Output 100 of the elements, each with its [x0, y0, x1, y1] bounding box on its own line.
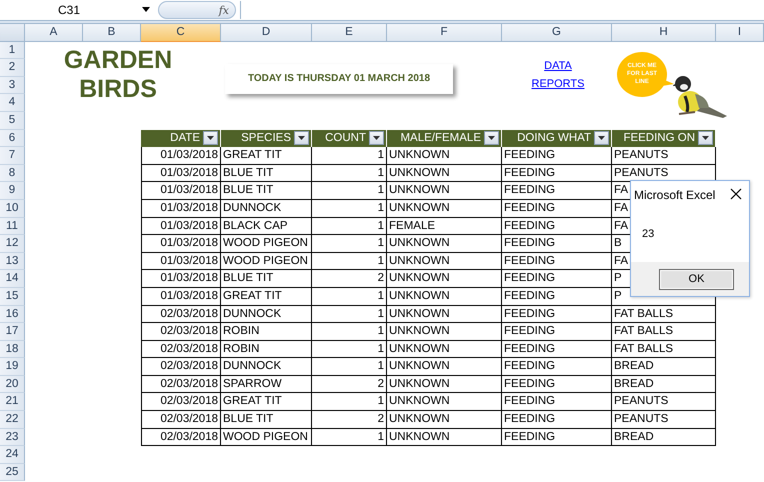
- row-number[interactable]: 15: [0, 288, 25, 306]
- table-cell: FEEDING: [502, 393, 612, 412]
- table-cell: 2: [312, 411, 387, 429]
- table-cell: GREAT TIT: [221, 393, 312, 412]
- row-number[interactable]: 8: [0, 164, 25, 182]
- row-number[interactable]: 25: [0, 464, 25, 482]
- table-cell: 01/03/2018: [141, 270, 221, 288]
- table-cell: 02/03/2018: [141, 411, 221, 429]
- filter-button[interactable]: [203, 131, 218, 146]
- row-number[interactable]: 10: [0, 200, 25, 218]
- table-cell: 02/03/2018: [141, 323, 221, 341]
- sheet-title: GARDEN BIRDS: [62, 46, 174, 104]
- table-cell: FEEDING: [502, 164, 612, 182]
- table-cell: UNKNOWN: [387, 393, 502, 412]
- close-button[interactable]: [729, 188, 743, 202]
- table-cell: UNKNOWN: [387, 323, 502, 341]
- filter-button[interactable]: [369, 131, 384, 146]
- row-number[interactable]: 24: [0, 446, 25, 464]
- ok-button[interactable]: OK: [659, 268, 734, 290]
- column-heading[interactable]: H: [612, 24, 716, 42]
- row-number[interactable]: 5: [0, 112, 25, 130]
- column-heading[interactable]: I: [716, 24, 764, 42]
- table-cell: 1: [312, 428, 387, 446]
- table-cell: BREAD: [612, 358, 716, 376]
- table-cell: FEEDING: [502, 218, 612, 236]
- table-cell: 01/03/2018: [141, 288, 221, 306]
- column-heading[interactable]: A: [25, 24, 83, 42]
- row-number[interactable]: 9: [0, 182, 25, 200]
- table-cell: PEANUTS: [612, 147, 716, 165]
- column-heading[interactable]: E: [312, 24, 387, 42]
- filter-button[interactable]: [594, 131, 609, 146]
- table-cell: 01/03/2018: [141, 147, 221, 165]
- table-cell: UNKNOWN: [387, 376, 502, 394]
- table-cell: BLUE TIT: [221, 164, 312, 182]
- table-cell: SPARROW: [221, 376, 312, 394]
- row-number[interactable]: 22: [0, 411, 25, 429]
- table-cell: FEEDING: [502, 340, 612, 358]
- table-cell: FEEDING: [502, 411, 612, 429]
- table-cell: WOOD PIGEON: [221, 428, 312, 446]
- row-number[interactable]: 19: [0, 358, 25, 376]
- row-number[interactable]: 14: [0, 270, 25, 288]
- row-number[interactable]: 1: [0, 42, 25, 60]
- table-cell: 01/03/2018: [141, 182, 221, 200]
- table-cell: BLUE TIT: [221, 411, 312, 429]
- table-cell: 1: [312, 147, 387, 165]
- row-number[interactable]: 16: [0, 306, 25, 324]
- caret-icon[interactable]: [142, 7, 150, 12]
- table-cell: 01/03/2018: [141, 218, 221, 236]
- row-number[interactable]: 7: [0, 147, 25, 165]
- table-cell: ROBIN: [221, 323, 312, 341]
- row-number[interactable]: 12: [0, 235, 25, 253]
- row-number[interactable]: 21: [0, 393, 25, 412]
- table-cell: 01/03/2018: [141, 164, 221, 182]
- table-cell: GREAT TIT: [221, 147, 312, 165]
- table-cell: WOOD PIGEON: [221, 252, 312, 270]
- column-header-label: COUNT: [325, 131, 366, 146]
- row-number[interactable]: 4: [0, 94, 25, 112]
- table-cell: FEEDING: [502, 376, 612, 394]
- column-heading[interactable]: G: [502, 24, 612, 42]
- table-cell: 2: [312, 376, 387, 394]
- name-box[interactable]: C31: [0, 1, 150, 19]
- row-number[interactable]: 3: [0, 76, 25, 94]
- row-number[interactable]: 17: [0, 323, 25, 341]
- table-cell: UNKNOWN: [387, 358, 502, 376]
- caret-icon[interactable]: [488, 136, 495, 140]
- table-cell: UNKNOWN: [387, 428, 502, 446]
- table-cell: FEEDING: [502, 147, 612, 165]
- caret-icon[interactable]: [207, 136, 214, 140]
- caret-icon[interactable]: [702, 136, 709, 140]
- table-cell: FEEDING: [502, 288, 612, 306]
- table-cell: FAT BALLS: [612, 306, 716, 324]
- function-button[interactable]: fx: [218, 4, 229, 16]
- report-link[interactable]: DATA: [523, 60, 593, 72]
- column-heading[interactable]: C: [141, 24, 221, 42]
- row-number[interactable]: 11: [0, 218, 25, 236]
- column-heading[interactable]: D: [221, 24, 312, 42]
- table-cell: 02/03/2018: [141, 428, 221, 446]
- table-cell: 1: [312, 235, 387, 253]
- caret-icon[interactable]: [298, 136, 305, 140]
- row-number[interactable]: 13: [0, 252, 25, 270]
- table-cell: FAT BALLS: [612, 323, 716, 341]
- caret-icon[interactable]: [598, 136, 605, 140]
- table-cell: 1: [312, 252, 387, 270]
- row-number[interactable]: 20: [0, 376, 25, 394]
- row-number[interactable]: 18: [0, 340, 25, 358]
- table-cell: UNKNOWN: [387, 164, 502, 182]
- filter-button[interactable]: [484, 131, 499, 146]
- table-cell: 02/03/2018: [141, 358, 221, 376]
- column-header-label: FEEDING ON: [623, 131, 695, 146]
- column-heading[interactable]: F: [387, 24, 502, 42]
- filter-button[interactable]: [698, 131, 713, 146]
- report-link[interactable]: REPORTS: [523, 78, 593, 90]
- filter-button[interactable]: [294, 131, 309, 146]
- row-number[interactable]: 2: [0, 59, 25, 77]
- table-cell: UNKNOWN: [387, 182, 502, 200]
- row-number[interactable]: 23: [0, 428, 25, 446]
- row-number[interactable]: 6: [0, 130, 25, 148]
- table-cell: BREAD: [612, 428, 716, 446]
- column-heading[interactable]: B: [83, 24, 141, 42]
- caret-icon[interactable]: [373, 136, 380, 140]
